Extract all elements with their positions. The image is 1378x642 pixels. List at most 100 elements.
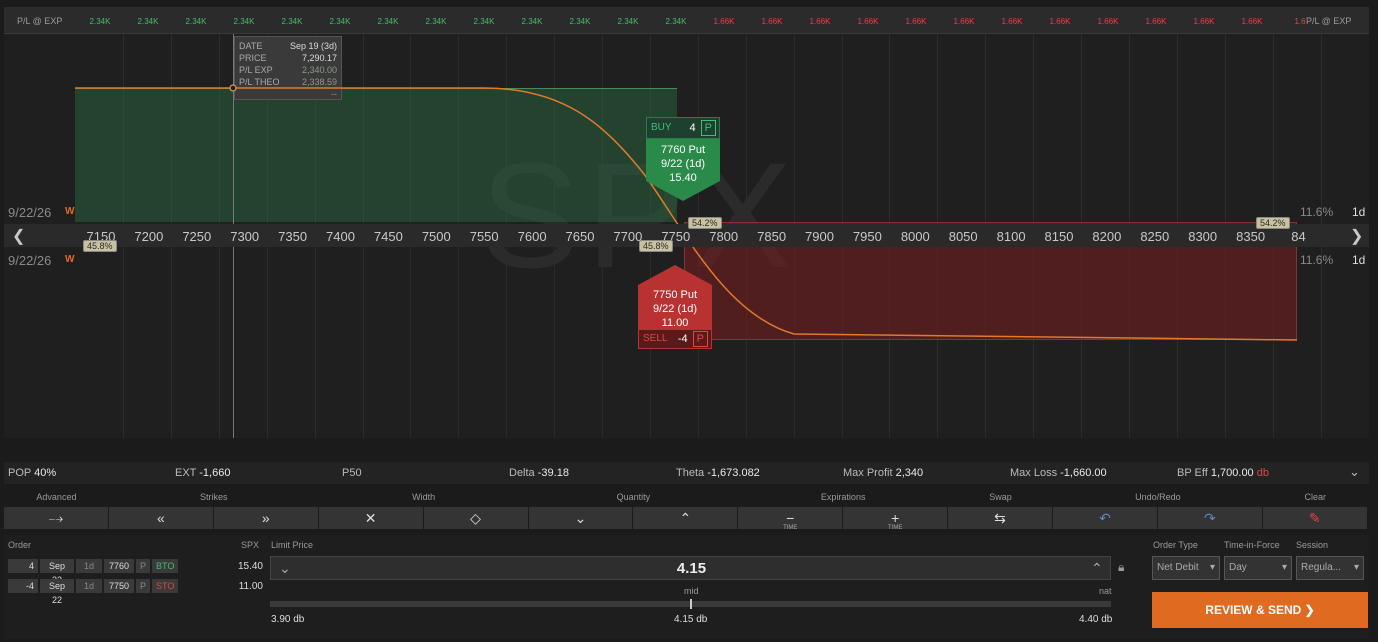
strike-tick[interactable]: 8300 — [1178, 229, 1228, 244]
order-leg-strike[interactable]: 7750 — [104, 579, 134, 593]
pl-value: 2.34K — [473, 17, 495, 26]
toolbar-button[interactable]: ⇆ — [948, 507, 1053, 529]
order-leg-dte[interactable]: 1d — [76, 579, 102, 593]
spx-risk-profile-window: P/L @ EXP 2.34K 2.34K 2.34K 2.34K 2.34K 2.34K… — [0, 0, 1378, 642]
slider-high-value: 4.40 db — [1079, 614, 1113, 625]
toolbar-button[interactable]: ⤍ — [4, 507, 109, 529]
strike-tick[interactable]: 8150 — [1034, 229, 1084, 244]
strike-tick[interactable]: 7650 — [555, 229, 605, 244]
strike-tick[interactable]: 7350 — [268, 229, 318, 244]
strike-tick[interactable]: 8250 — [1130, 229, 1180, 244]
limit-increase-chevron-icon[interactable]: ⌃ — [1091, 560, 1103, 577]
pl-value: 2.34K — [377, 17, 399, 26]
toolbar-button[interactable]: ↶ — [1053, 507, 1158, 529]
limit-price-field[interactable]: ⌄ 4.15 ⌃ — [270, 556, 1111, 580]
pl-at-exp-bar: P/L @ EXP 2.34K 2.34K 2.34K 2.34K 2.34K 2.34K… — [4, 7, 1369, 34]
tif-select[interactable]: Day ▾ — [1224, 556, 1292, 580]
toolbar-icon: ↷ — [1203, 510, 1216, 526]
toolbar-icon: + — [891, 510, 900, 526]
order-leg-row[interactable]: -4 Sep 22 1d 7750 P STO 11.00 — [8, 578, 263, 605]
risk-profile-chart[interactable]: SPX DATE Sep 19 (3d) PRICE 7,290.17 P/L EX… — [4, 34, 1369, 438]
toolbar-button[interactable]: » — [213, 507, 319, 529]
order-leg-strike[interactable]: 7760 — [104, 559, 134, 573]
toolbar-button[interactable]: « — [108, 507, 214, 529]
order-leg-type[interactable]: P — [136, 559, 150, 573]
order-leg-type[interactable]: P — [136, 579, 150, 593]
strike-tick[interactable]: 7500 — [411, 229, 461, 244]
review-and-send-button[interactable]: REVIEW & SEND ❯ — [1152, 592, 1368, 628]
buy-expiry: 9/22 (1d) — [660, 158, 706, 170]
p50-label: P50 — [342, 467, 362, 479]
order-leg-action[interactable]: STO — [152, 579, 178, 593]
strike-tick[interactable]: 7800 — [699, 229, 749, 244]
strike-tick[interactable]: 8200 — [1082, 229, 1132, 244]
limit-price-label: Limit Price — [271, 540, 314, 550]
toolbar-group-swap: Swap ⇆ — [948, 487, 1053, 531]
toolbar-button[interactable]: ⌄ — [528, 507, 634, 529]
prob-mid-above-badge: 54.2% — [688, 217, 722, 229]
pl-value: 1.66K — [761, 17, 783, 26]
lock-icon[interactable]: 🔒︎ — [1118, 560, 1124, 575]
toolbar-button[interactable]: ⌃ — [633, 507, 739, 529]
bpeff-label: BP Eff — [1177, 467, 1208, 479]
pl-value: 1.66K — [1097, 17, 1119, 26]
strike-right-arrow[interactable]: ❯ — [1350, 226, 1363, 246]
sell-put-type: P — [692, 331, 708, 347]
toolbar-button[interactable]: ✕ — [318, 507, 424, 529]
strike-tick[interactable]: 7950 — [842, 229, 892, 244]
order-leg-qty[interactable]: 4 — [8, 559, 38, 573]
strike-tick[interactable]: 8000 — [890, 229, 940, 244]
strike-left-arrow[interactable]: ❮ — [12, 226, 25, 246]
strike-tick[interactable]: 7600 — [507, 229, 557, 244]
strike-tick[interactable]: 8050 — [938, 229, 988, 244]
limit-price-value[interactable]: 4.15 — [271, 560, 1112, 577]
strike-tick[interactable]: 7250 — [172, 229, 222, 244]
buy-put-flag[interactable]: BUY 4 P 7760 Put 9/22 (1d) 15.40 — [646, 117, 720, 201]
strike-tick[interactable]: 7900 — [795, 229, 845, 244]
strike-tick[interactable]: 7200 — [124, 229, 174, 244]
strike-tick[interactable]: 8350 — [1226, 229, 1276, 244]
strike-tick[interactable]: 8100 — [986, 229, 1036, 244]
delta-label: Delta — [509, 467, 535, 479]
order-leg-exp[interactable]: Sep 22 — [40, 559, 74, 585]
tif-value: Day — [1229, 562, 1247, 573]
order-type-label: Order Type — [1153, 540, 1198, 550]
strategy-toolbar: Advanced ⤍ Strikes « » Width ✕ ◇ Quantity ⌄ ⌃ Expir… — [4, 487, 1369, 531]
strike-tick[interactable]: 7400 — [316, 229, 366, 244]
strike-tick[interactable]: 7300 — [220, 229, 270, 244]
slider-handle[interactable] — [690, 599, 692, 609]
order-leg-action[interactable]: BTO — [152, 559, 178, 573]
stats-expand-chevron-icon[interactable]: ⌄ — [1349, 464, 1360, 480]
session-value: Regula... — [1301, 562, 1342, 573]
strike-tick[interactable]: 7850 — [747, 229, 797, 244]
pl-value: 1.66K — [905, 17, 927, 26]
order-leg-exp[interactable]: Sep 22 — [40, 579, 74, 605]
slider-low-value: 3.90 db — [271, 614, 305, 625]
toolbar-button[interactable]: ↷ — [1157, 507, 1263, 529]
price-slider[interactable] — [270, 599, 1111, 609]
sell-strike: 7750 Put — [652, 289, 698, 301]
sell-put-flag[interactable]: 7750 Put 9/22 (1d) 11.00 SELL -4 P — [638, 265, 712, 349]
maxloss-label: Max Loss — [1010, 467, 1058, 479]
pl-value: 2.34K — [665, 17, 687, 26]
toolbar-button[interactable]: ✎ — [1262, 507, 1368, 529]
toolbar-button[interactable]: ◇ — [423, 507, 529, 529]
order-type-select[interactable]: Net Debit ▾ — [1152, 556, 1220, 580]
toolbar-button[interactable]: + TIME — [843, 507, 949, 531]
strike-tick[interactable]: 7450 — [363, 229, 413, 244]
strike-tick[interactable]: 84 — [1274, 229, 1324, 244]
toolbar-icon: − — [786, 510, 795, 526]
strike-axis[interactable]: ❮ 7150 7200 7250 7300 7350 7400 7450 7500 7550 76… — [4, 224, 1369, 247]
toolbar-button[interactable]: − TIME — [738, 507, 844, 531]
toolbar-group-clear: Clear ✎ — [1262, 487, 1368, 531]
buy-side: BUY — [651, 122, 672, 133]
session-select[interactable]: Regula... ▾ — [1296, 556, 1364, 580]
order-leg-dte[interactable]: 1d — [76, 559, 102, 573]
toolbar-group-label: Undo/Redo — [1135, 492, 1181, 502]
session-label: Session — [1296, 540, 1329, 550]
order-leg-qty[interactable]: -4 — [8, 579, 38, 593]
order-leg-row[interactable]: 4Sep 221d7760PBTO 15.40 — [8, 558, 263, 585]
pop-label: POP — [8, 467, 32, 479]
strike-tick[interactable]: 7550 — [459, 229, 509, 244]
review-label: REVIEW & SEND — [1205, 603, 1302, 617]
